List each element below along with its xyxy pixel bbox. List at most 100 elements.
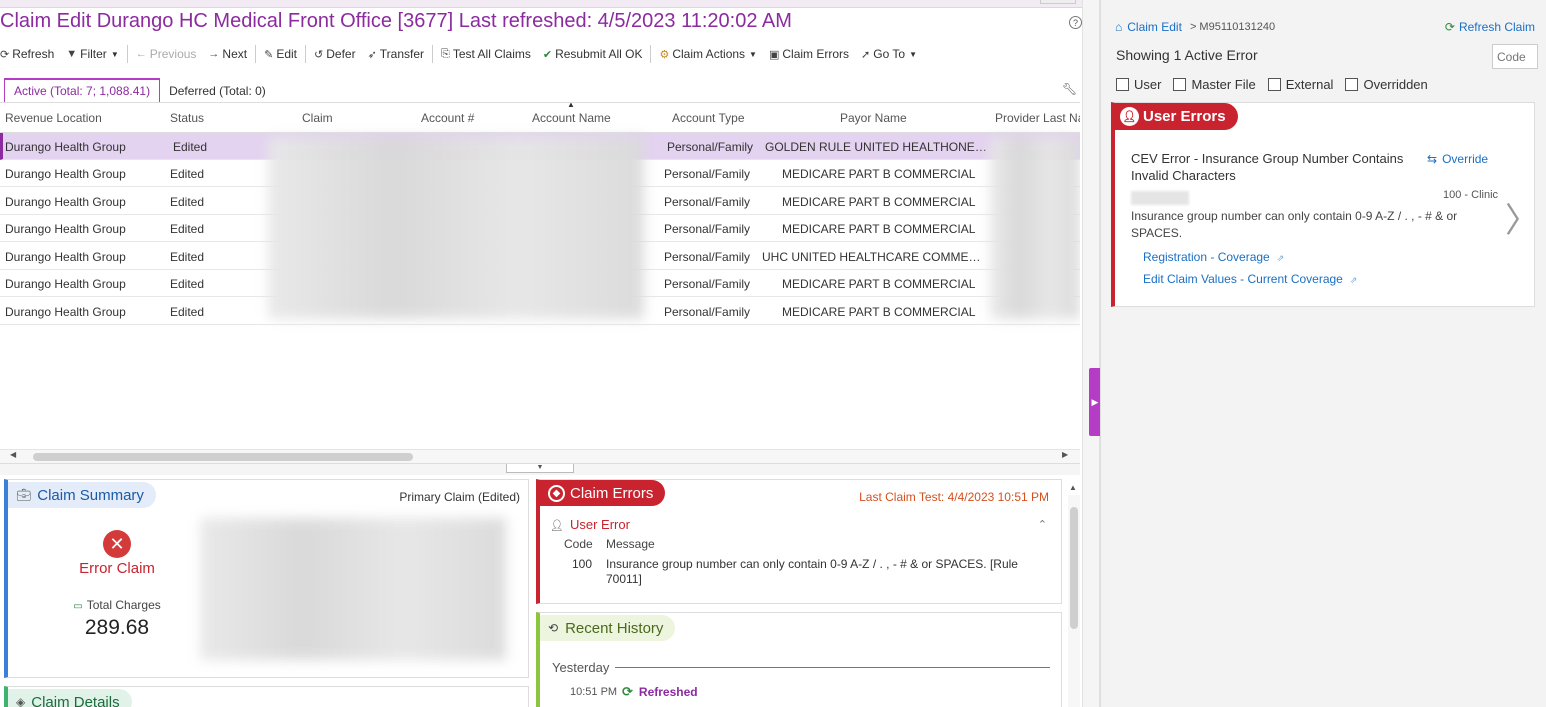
scrollbar-thumb[interactable] [1070, 507, 1078, 629]
next-error-icon[interactable]: 〉 [1505, 193, 1539, 242]
claim-details-title: ◈ Claim Details [8, 689, 132, 707]
person-icon: 👤︎ [1120, 107, 1139, 126]
column-header[interactable]: Status [170, 111, 204, 125]
filter-button[interactable]: ▼ Filter ▼ [60, 47, 124, 61]
transfer-button[interactable]: ➶ Transfer [362, 47, 430, 61]
breadcrumb: ⌂ Claim Edit > M95110131240 ⟳ Refresh Cla… [1115, 20, 1535, 34]
claim-actions-button[interactable]: ⚙ Claim Actions ▼ [653, 47, 763, 61]
wrench-icon[interactable]: 🔧︎ [1062, 82, 1077, 96]
filter-external-checkbox[interactable]: External [1267, 77, 1333, 92]
scroll-right-icon[interactable]: ▶ [1062, 450, 1068, 459]
right-panel-header: ⌂ Claim Edit > M95110131240 ⟳ Refresh Cla… [1115, 20, 1535, 34]
claim-summary-card: 💼︎ Claim Summary Primary Claim (Edited) ✕… [4, 479, 529, 678]
edit-button[interactable]: ✎ Edit [258, 47, 303, 61]
arrow-right-icon: → [208, 48, 220, 60]
details-icon: ◈ [16, 695, 26, 707]
toolbar: ⟳ Refresh ▼ Filter ▼ ← Previous → Next ✎ Edit … [0, 44, 923, 64]
home-icon: ⌂ [1115, 20, 1123, 34]
horizontal-scrollbar[interactable]: ◀ ▶ [0, 449, 1080, 463]
error-message: Insurance group number can only contain … [606, 557, 1018, 586]
tab-deferred[interactable]: Deferred (Total: 0) [160, 80, 275, 102]
recent-history-card: ⟲ Recent History Yesterday 10:51 PM ⟳ Refr… [536, 612, 1062, 707]
recent-history-title: ⟲ Recent History [540, 615, 676, 641]
override-button[interactable]: ⇆ Override [1427, 152, 1488, 166]
message-header: Message [606, 537, 655, 551]
history-icon: ⟲ [548, 621, 559, 635]
error-x-icon: ✕ [103, 530, 131, 558]
next-button[interactable]: → Next [202, 47, 253, 61]
collapsed-tab[interactable] [1040, 0, 1076, 4]
money-icon: ▭ [73, 601, 83, 612]
user-error-section: 👤︎ User Error [550, 517, 630, 532]
error-message: Insurance group number can only contain … [1131, 209, 1458, 240]
error-code: 100 [572, 557, 593, 571]
grid-header: Revenue Location Status Claim Account # … [0, 103, 1080, 133]
collapse-icon[interactable]: ⌃ [1038, 518, 1047, 531]
transfer-icon: ➶ [367, 48, 377, 61]
help-icon[interactable]: ? [1069, 16, 1082, 29]
column-header[interactable]: Account Type [672, 111, 745, 125]
go-to-button[interactable]: ➚ Go To ▼ [855, 47, 923, 61]
code-header: Code [564, 537, 593, 551]
page-title: Claim Edit Durango HC Medical Front Offi… [0, 10, 792, 32]
claim-summary-title: 💼︎ Claim Summary [8, 482, 156, 508]
column-header[interactable]: Revenue Location [5, 111, 102, 125]
claim-details-card: ◈ Claim Details [4, 686, 529, 707]
error-code-label: 100 - Clinic [1443, 189, 1499, 201]
claim-errors-title: ◆ Claim Errors [540, 480, 666, 506]
breadcrumb-claim-id: > M95110131240 [1189, 21, 1276, 33]
code-filter-input[interactable] [1492, 44, 1538, 69]
override-icon: ⇆ [1427, 152, 1438, 166]
breadcrumb-claim-edit[interactable]: Claim Edit [1127, 20, 1182, 34]
toolbar-divider [432, 45, 434, 63]
claim-errors-card: ◆ Claim Errors Last Claim Test: 4/4/2023 … [536, 479, 1062, 604]
previous-button[interactable]: ← Previous [130, 47, 203, 61]
defer-icon: ↺ [314, 48, 324, 61]
pencil-icon: ✎ [264, 48, 274, 61]
registration-coverage-link[interactable]: Registration - Coverage ⇗ [1143, 250, 1284, 264]
toolbar-divider [255, 45, 257, 63]
splitter-grip-icon[interactable]: ▼ [506, 464, 574, 473]
pane-splitter[interactable]: ▼ [0, 463, 1080, 475]
total-charges-value: 289.68 [84, 616, 150, 639]
refresh-button[interactable]: ⟳ Refresh [0, 47, 60, 61]
sort-ascending-icon: ▲ [567, 102, 575, 109]
error-diamond-icon: ◆ [548, 484, 565, 502]
claim-edit-workqueue: Claim Edit Durango HC Medical Front Offi… [0, 0, 1082, 707]
chevron-down-icon: ▼ [110, 49, 119, 59]
column-header[interactable]: Provider Last Na [995, 111, 1080, 125]
filter-user-checkbox[interactable]: User [1116, 77, 1161, 92]
history-time: 10:51 PM [570, 686, 618, 698]
vertical-scrollbar[interactable] [1068, 495, 1080, 707]
test-all-claims-button[interactable]: ⎘ Test All Claims [435, 47, 537, 61]
scroll-left-icon[interactable]: ◀ [10, 450, 16, 459]
refresh-claim-button[interactable]: ⟳ Refresh Claim [1445, 20, 1535, 34]
filter-overridden-checkbox[interactable]: Overridden [1345, 77, 1428, 92]
claims-grid: Revenue Location Status Claim Account # … [0, 102, 1080, 450]
column-header[interactable]: Claim [302, 111, 333, 125]
resubmit-all-ok-button[interactable]: ✔ Resubmit All OK [537, 47, 649, 61]
arrow-left-icon: ← [135, 48, 147, 60]
column-header[interactable]: Payor Name [840, 111, 907, 125]
test-icon: ⎘ [441, 47, 450, 60]
filter-master-file-checkbox[interactable]: Master File [1173, 77, 1256, 92]
scrollbar-thumb[interactable] [33, 453, 413, 461]
defer-button[interactable]: ↺ Defer [308, 47, 362, 61]
tab-active[interactable]: Active (Total: 7; 1,088.41) [4, 78, 161, 102]
error-detail-panel: ⌂ Claim Edit > M95110131240 ⟳ Refresh Cla… [1100, 0, 1546, 707]
column-header[interactable]: Account Name [532, 111, 611, 125]
timeline-line [615, 667, 1050, 668]
chevron-down-icon: ▼ [749, 49, 757, 59]
filter-icon: ▼ [66, 48, 78, 60]
claim-status: Error Claim [79, 560, 155, 577]
claim-errors-button[interactable]: ▣ Claim Errors [763, 47, 855, 61]
edit-claim-values-link[interactable]: Edit Claim Values - Current Coverage ⇗ [1143, 272, 1357, 286]
panel-scroll-up-icon[interactable]: ▲ [1069, 483, 1077, 492]
history-group-label: Yesterday [552, 660, 1050, 675]
total-charges-label: ▭ Total Charges [73, 598, 161, 612]
queue-tabs: Active (Total: 7; 1,088.41) Deferred (To… [4, 78, 275, 102]
panel-splitter[interactable]: ▶ [1082, 0, 1101, 707]
claim-errors-icon: ▣ [768, 48, 780, 61]
column-header[interactable]: Account # [421, 111, 474, 125]
refresh-icon: ⟳ [1444, 20, 1455, 34]
